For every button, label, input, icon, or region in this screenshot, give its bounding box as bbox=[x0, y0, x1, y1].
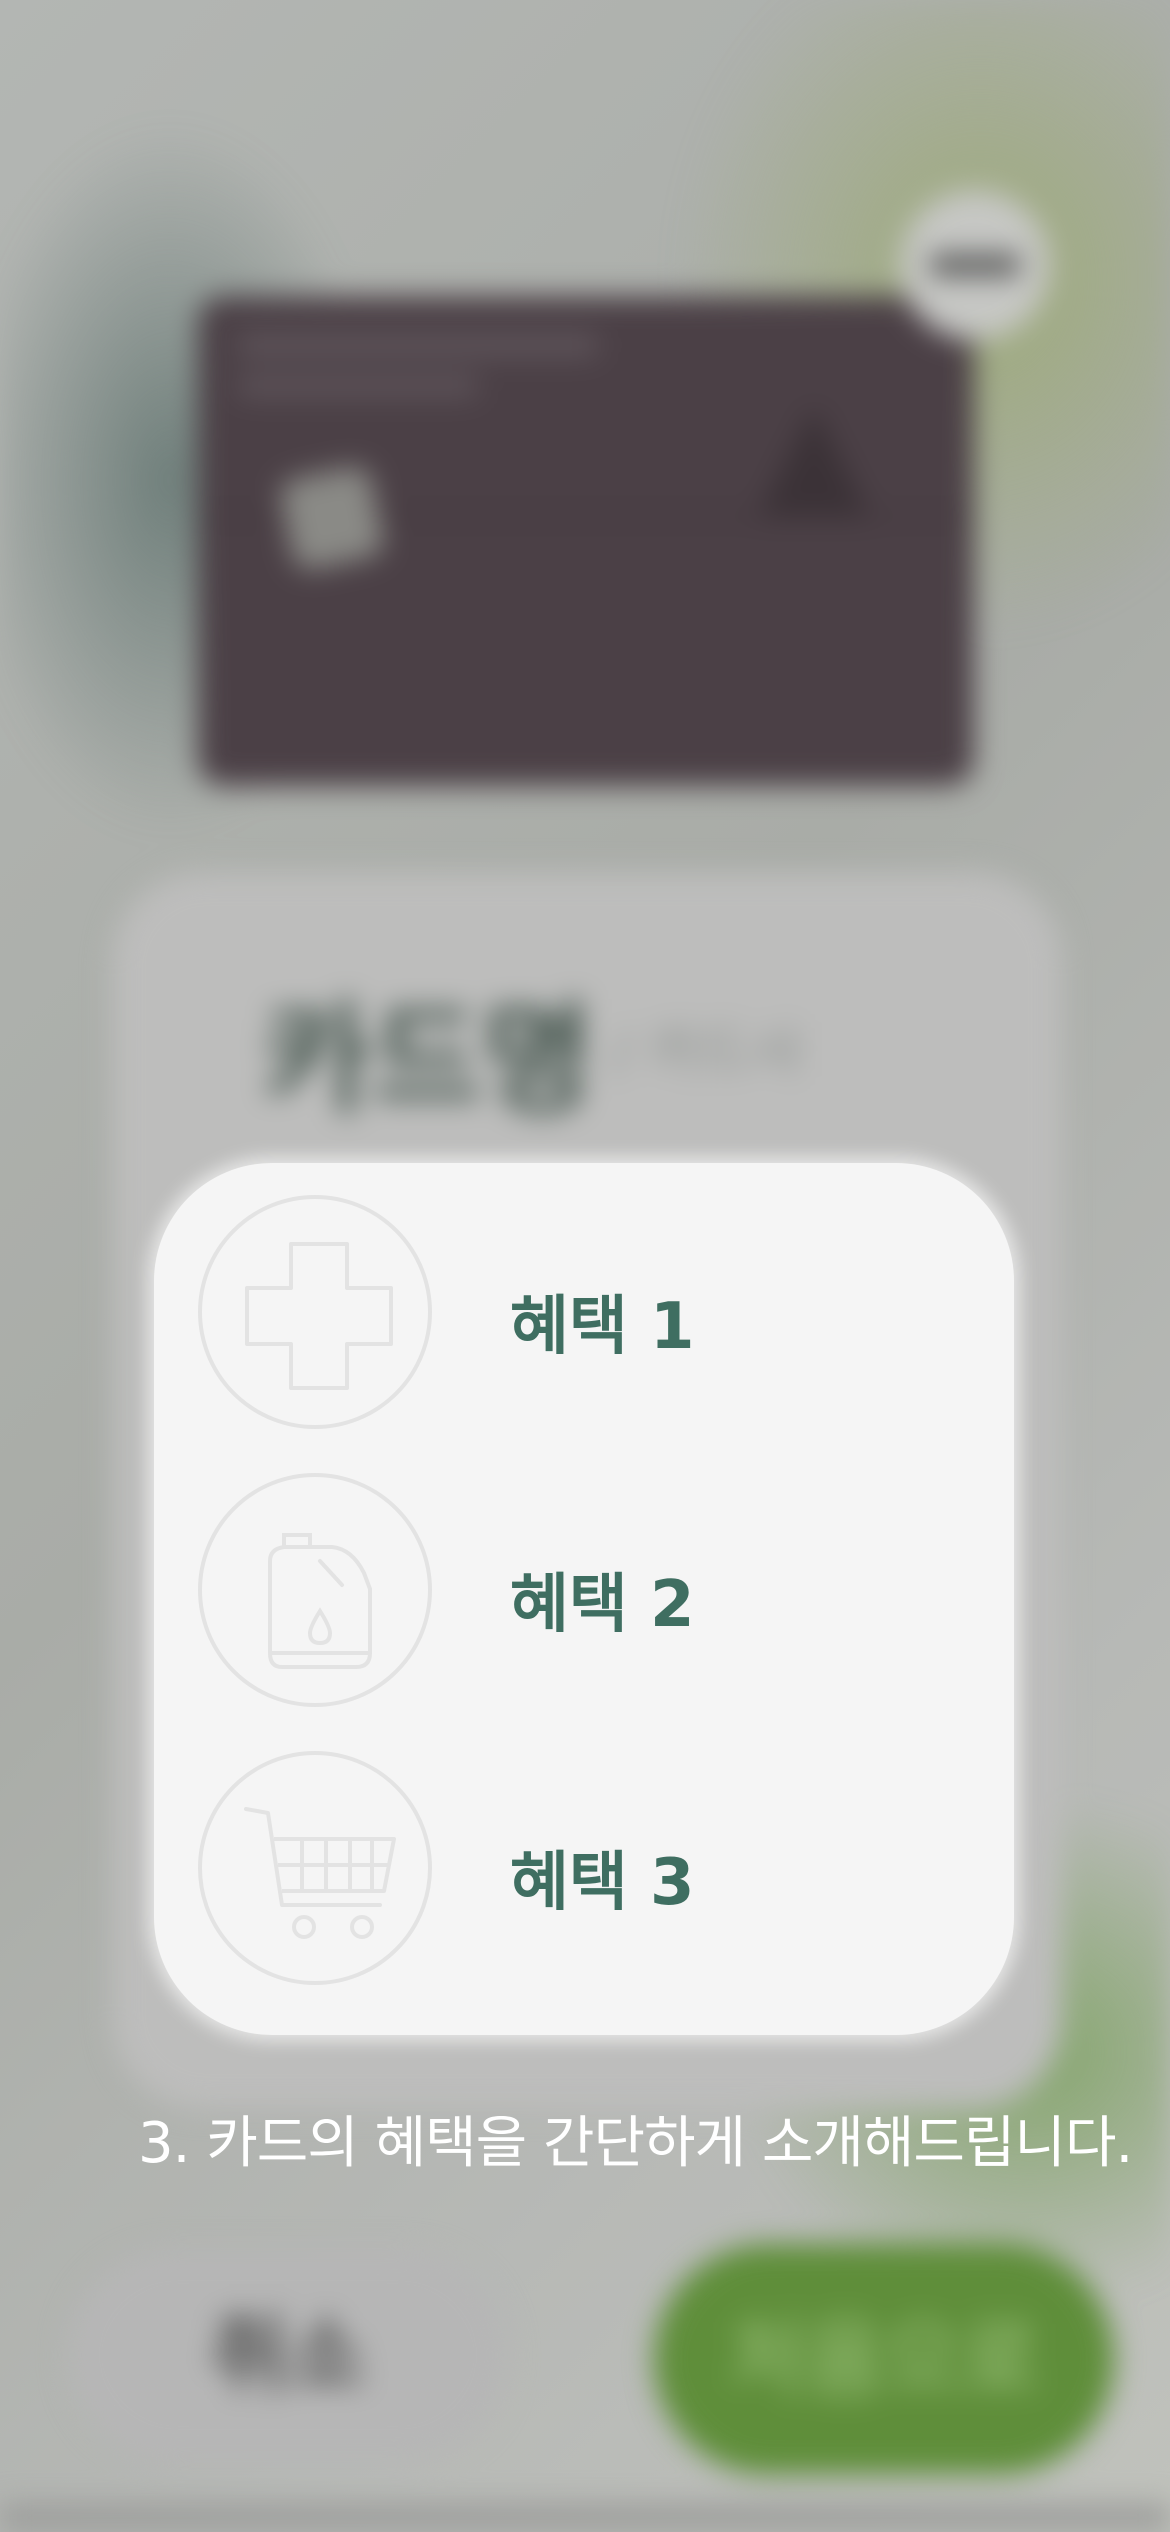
benefit-item[interactable]: 혜택 3 bbox=[198, 1751, 978, 1989]
benefits-highlight-box[interactable]: 혜택 1 혜택 2 혜택 3 bbox=[154, 1163, 1014, 2035]
card-logo-icon bbox=[277, 463, 387, 573]
bottom-strip bbox=[0, 2504, 1170, 2532]
benefit-item[interactable]: 혜택 2 bbox=[198, 1473, 978, 1711]
card-text-line bbox=[238, 334, 598, 356]
fuel-canister-icon bbox=[198, 1473, 432, 1707]
shopping-cart-icon bbox=[198, 1751, 432, 1985]
card-image bbox=[198, 296, 974, 786]
card-issuer: / 카드사 bbox=[612, 1020, 804, 1085]
remove-card-button bbox=[900, 190, 1050, 340]
start-over-button: 처음으로 bbox=[654, 2244, 1114, 2474]
benefit-label: 혜택 2 bbox=[510, 1568, 695, 1642]
benefit-item[interactable]: 혜택 1 bbox=[198, 1195, 978, 1433]
card-name: 카드명 bbox=[262, 991, 594, 1130]
minus-icon bbox=[930, 255, 1020, 275]
card-text-line bbox=[238, 376, 478, 396]
benefit-label: 혜택 3 bbox=[510, 1846, 695, 1920]
medical-cross-icon bbox=[198, 1195, 432, 1429]
cancel-button: 취소 bbox=[68, 2250, 508, 2460]
tutorial-message: 3. 카드의 혜택을 간단하게 소개해드립니다. bbox=[138, 2111, 1133, 2176]
benefit-label: 혜택 1 bbox=[510, 1290, 695, 1364]
card-mountain-icon bbox=[758, 406, 870, 516]
